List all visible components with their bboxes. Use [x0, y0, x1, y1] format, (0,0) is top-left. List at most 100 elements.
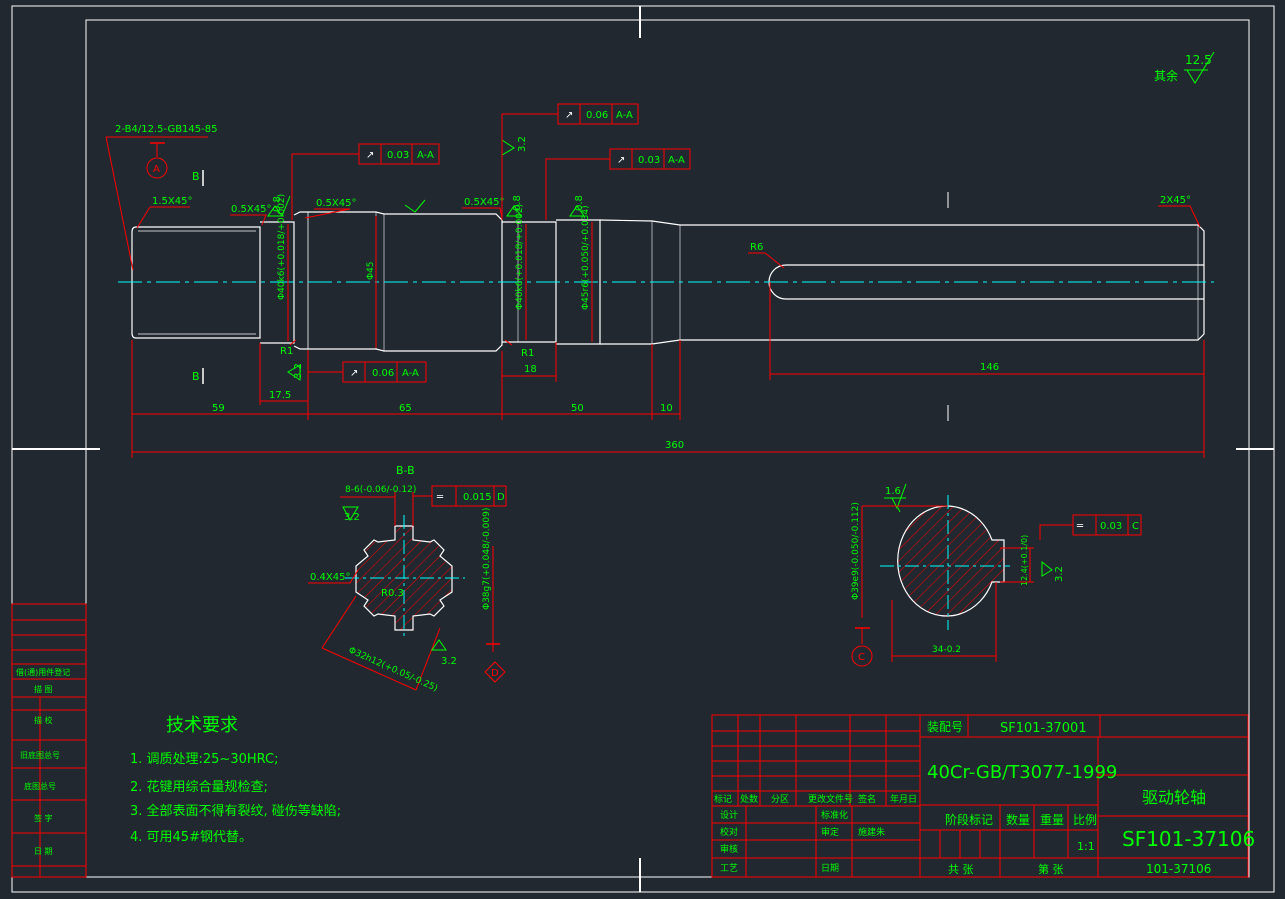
other-roughness-value: 12.5: [1185, 53, 1212, 67]
cad-drawing-viewport[interactable]: 其余 12.5 B B 2-B4/12.5-GB145-85 A 1.5X45°…: [0, 0, 1285, 895]
drawing-number-small: 101-37106: [1146, 862, 1211, 876]
svg-text:D: D: [497, 492, 505, 503]
svg-text:比例: 比例: [1073, 813, 1097, 827]
runout-icon: ↗: [617, 155, 625, 166]
strip-label: 底图总号: [24, 781, 56, 791]
svg-text:B-B: B-B: [396, 464, 415, 477]
strip-label: 旧底图总号: [20, 750, 60, 760]
svg-text:R0.3: R0.3: [381, 588, 404, 599]
svg-text:标准化: 标准化: [821, 809, 848, 821]
svg-text:A-A: A-A: [417, 150, 434, 161]
approver-name: 施建朱: [858, 826, 885, 838]
assembly-label: 装配号: [927, 720, 963, 734]
material-spec: 40Cr-GB/T3077-1999: [927, 762, 1117, 783]
svg-text:日期: 日期: [821, 863, 839, 874]
svg-text:Φ38g7(+0.048/-0.009): Φ38g7(+0.048/-0.009): [482, 508, 492, 610]
svg-text:标记: 标记: [714, 793, 732, 805]
svg-text:0.03: 0.03: [387, 150, 409, 161]
section-b-marks: B B: [192, 170, 204, 384]
left-strip-table: 借(通)用件登记 描 图 描 校 旧底图总号 底图总号 签 字 日 期: [11, 603, 87, 878]
section-keyway: 1.6 Φ39e9(-0.050/-0.112) C ═ 0.03 C 12.4…: [851, 483, 1142, 667]
fcf-bottom: ↗ 0.06 A-A: [307, 350, 427, 383]
tech-req-item: 4. 可用45#钢代替。: [130, 830, 252, 845]
svg-text:0.03: 0.03: [638, 155, 660, 166]
svg-text:0.5X45°: 0.5X45°: [316, 198, 356, 209]
scale-value: 1:1: [1077, 840, 1095, 853]
tech-req-item: 3. 全部表面不得有裂纹, 碰伤等缺陷;: [130, 803, 341, 819]
part-name: 驱动轮轴: [1142, 788, 1206, 807]
svg-text:工艺: 工艺: [720, 863, 738, 874]
svg-text:59: 59: [212, 403, 225, 414]
runout-icon: ↗: [350, 368, 358, 379]
svg-text:Φ40k6(+0.018/+0.002): Φ40k6(+0.018/+0.002): [515, 204, 525, 310]
svg-text:阶段标记: 阶段标记: [945, 812, 993, 827]
svg-text:0.4X45°: 0.4X45°: [310, 572, 350, 583]
chamfer-callouts: 1.5X45° 0.5X45° 0.8 0.5X45° 0.5X45° 0.8 …: [136, 136, 1201, 381]
svg-text:2X45°: 2X45°: [1160, 195, 1191, 206]
svg-text:R1: R1: [280, 346, 293, 357]
svg-text:更改文件号: 更改文件号: [808, 793, 853, 805]
svg-text:Φ39e9(-0.050/-0.112): Φ39e9(-0.050/-0.112): [851, 502, 861, 600]
runout-icon: ↗: [366, 150, 374, 161]
roughness-symbol-icon: [404, 199, 426, 213]
svg-text:3.2: 3.2: [1054, 566, 1065, 582]
svg-text:0.06: 0.06: [372, 368, 394, 379]
svg-text:12.4(+0.1/0): 12.4(+0.1/0): [1020, 535, 1029, 586]
svg-text:Φ45: Φ45: [366, 261, 376, 280]
svg-text:0.5X45°: 0.5X45°: [231, 204, 271, 215]
svg-text:R6: R6: [750, 242, 763, 253]
svg-text:A-A: A-A: [402, 368, 419, 379]
svg-text:50: 50: [571, 403, 584, 414]
svg-text:1.5X45°: 1.5X45°: [152, 196, 192, 207]
strip-label: 签 字: [34, 813, 53, 823]
tech-req-title: 技术要求: [166, 715, 238, 736]
svg-text:17.5: 17.5: [269, 390, 291, 401]
svg-text:A-A: A-A: [668, 155, 685, 166]
svg-text:审定: 审定: [821, 826, 839, 838]
svg-text:65: 65: [399, 403, 412, 414]
svg-text:34-0.2: 34-0.2: [932, 645, 961, 655]
svg-text:0.03: 0.03: [1100, 521, 1122, 532]
svg-text:Φ45r6(+0.050/+0.034): Φ45r6(+0.050/+0.034): [581, 205, 591, 310]
drawing-sheet: 其余 12.5 B B 2-B4/12.5-GB145-85 A 1.5X45°…: [11, 5, 1275, 893]
svg-text:C: C: [1132, 521, 1139, 532]
strip-label: 借(通)用件登记: [16, 667, 70, 677]
roughness-symbol-icon: [501, 139, 515, 156]
svg-text:3.2: 3.2: [517, 136, 528, 152]
svg-text:B: B: [192, 170, 200, 183]
svg-text:C: C: [858, 652, 865, 663]
drawing-number: SF101-37106: [1122, 827, 1255, 851]
strip-label: 描 图: [34, 684, 53, 694]
svg-text:校对: 校对: [720, 826, 738, 838]
svg-text:B: B: [192, 370, 200, 383]
svg-text:3.2: 3.2: [344, 512, 360, 523]
strip-label: 日 期: [34, 847, 53, 856]
technical-requirements: 技术要求 1. 调质处理:25~30HRC; 2. 花键用综合量规检查; 3. …: [130, 715, 341, 845]
svg-text:共 张: 共 张: [948, 863, 974, 876]
title-block: 装配号 SF101-37001 40Cr-GB/T3077-1999 驱动轮轴 …: [711, 714, 1255, 878]
keyway-profile: [897, 505, 1005, 617]
roughness-symbol-icon: [1041, 560, 1053, 577]
svg-text:重量: 重量: [1040, 813, 1064, 827]
svg-text:Φ40k6(+0.018/+0.002): Φ40k6(+0.018/+0.002): [277, 194, 287, 300]
svg-text:签名: 签名: [858, 793, 876, 805]
svg-text:审核: 审核: [720, 843, 738, 855]
runout-icon: ↗: [565, 110, 573, 121]
other-surface-finish: 其余 12.5: [1154, 51, 1215, 84]
svg-text:A: A: [153, 164, 160, 175]
svg-text:R1: R1: [521, 348, 534, 359]
other-label: 其余: [1154, 68, 1178, 83]
svg-text:0.06: 0.06: [586, 110, 608, 121]
roughness-symbol-icon: [431, 639, 447, 651]
svg-text:D: D: [491, 668, 499, 679]
svg-text:A-A: A-A: [616, 110, 633, 121]
svg-text:年月日: 年月日: [890, 793, 917, 805]
diameter-dimensions: Φ40k6(+0.018/+0.002) Φ45 Φ40k6(+0.018/+0…: [277, 194, 593, 348]
assembly-number: SF101-37001: [1000, 721, 1087, 736]
svg-text:2-B4/12.5-GB145-85: 2-B4/12.5-GB145-85: [115, 124, 217, 135]
svg-text:Φ32h12(+0.05/-0.25): Φ32h12(+0.05/-0.25): [347, 646, 439, 694]
svg-text:18: 18: [524, 364, 537, 375]
svg-text:1.6: 1.6: [885, 486, 901, 497]
strip-label: 描 校: [34, 715, 53, 725]
svg-text:处数: 处数: [740, 793, 758, 805]
